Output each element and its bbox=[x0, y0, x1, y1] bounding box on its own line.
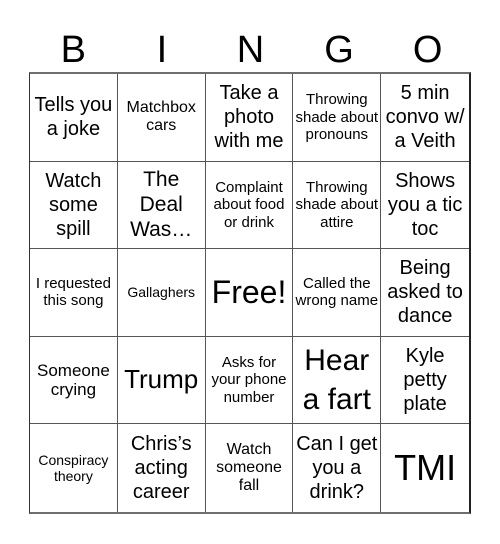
bingo-cell[interactable]: Take a photo with me bbox=[205, 74, 294, 162]
bingo-cell[interactable]: 5 min convo w/ a Veith bbox=[381, 74, 469, 162]
bingo-cell[interactable]: Shows you a tic toc bbox=[381, 162, 469, 250]
bingo-cell[interactable]: Trump bbox=[117, 336, 206, 425]
bingo-header: B I N G O bbox=[29, 28, 472, 72]
bingo-cell[interactable]: Chris’s acting career bbox=[118, 424, 206, 512]
header-letter-b: B bbox=[60, 29, 86, 71]
bingo-cell[interactable]: Asks for your phone number bbox=[205, 336, 294, 425]
bingo-cell[interactable]: Conspiracy theory bbox=[30, 424, 118, 512]
header-letter-i: I bbox=[156, 29, 168, 71]
bingo-cell[interactable]: Throwing shade about pronouns bbox=[293, 74, 382, 162]
bingo-cell[interactable]: Watch some spill bbox=[30, 161, 118, 250]
bingo-cell[interactable]: Hear a fart bbox=[293, 336, 382, 425]
header-letter-o: O bbox=[412, 29, 443, 71]
header-letter-g: G bbox=[324, 29, 354, 71]
bingo-cell[interactable]: The Deal Was… bbox=[117, 161, 206, 250]
bingo-cell[interactable]: Tells you a joke bbox=[30, 74, 118, 162]
bingo-cell[interactable]: Being asked to dance bbox=[381, 249, 469, 337]
bingo-cell[interactable]: Kyle petty plate bbox=[381, 337, 469, 425]
header-letter-n: N bbox=[236, 29, 265, 71]
bingo-cell[interactable]: Throwing shade about attire bbox=[293, 161, 382, 250]
bingo-cell[interactable]: Someone crying bbox=[30, 336, 118, 425]
bingo-cell[interactable]: Matchbox cars bbox=[117, 74, 206, 162]
bingo-cell[interactable]: TMI bbox=[381, 424, 469, 512]
bingo-cell[interactable]: Gallaghers bbox=[117, 249, 206, 337]
bingo-cell[interactable]: I requested this song bbox=[30, 249, 118, 337]
free-space[interactable]: Free! bbox=[205, 249, 294, 337]
bingo-cell[interactable]: Can I get you a drink? bbox=[293, 424, 382, 512]
bingo-cell[interactable]: Called the wrong name bbox=[293, 249, 382, 337]
bingo-cell[interactable]: Watch someone fall bbox=[206, 424, 294, 512]
bingo-grid: Tells you a joke Matchbox cars Take a ph… bbox=[29, 72, 471, 514]
bingo-cell[interactable]: Complaint about food or drink bbox=[205, 161, 294, 250]
